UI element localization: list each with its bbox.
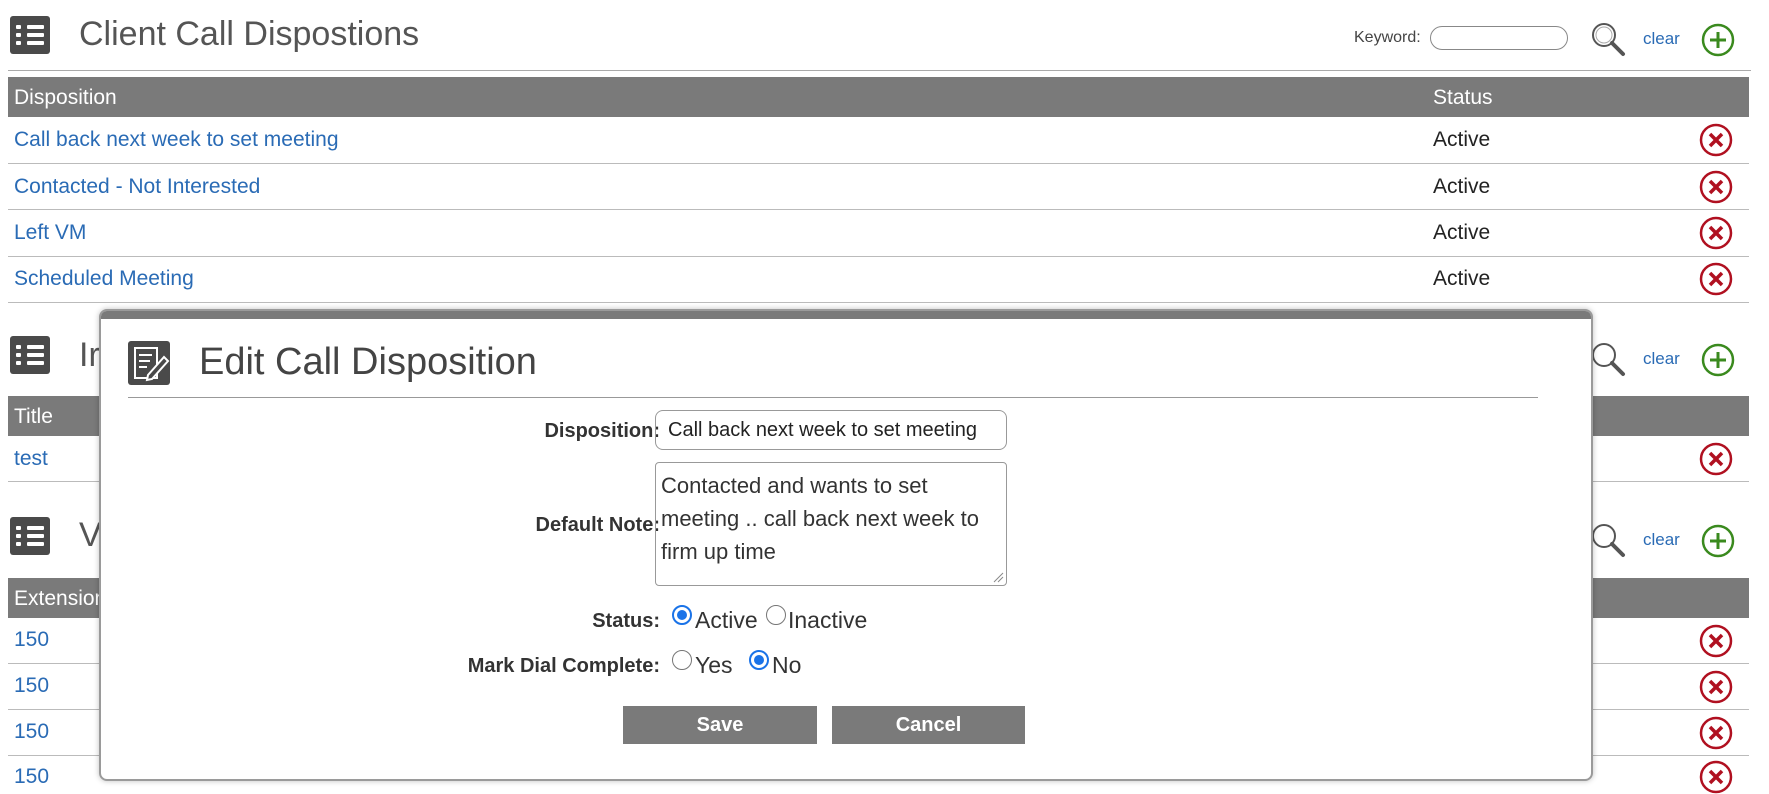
default-note-textarea[interactable]: Contacted and wants to set meeting .. ca… [655,462,1007,586]
dialog-title: Edit Call Disposition [199,341,537,383]
disposition-label: Disposition: [544,420,660,442]
mark-yes-radio[interactable] [672,650,692,670]
status-label: Status: [592,610,660,632]
delete-icon[interactable] [1699,442,1733,476]
delete-icon[interactable] [1699,670,1733,704]
row-divider [8,256,1749,257]
mark-dial-complete-label: Mark Dial Complete: [467,655,660,677]
status-active-radio[interactable] [672,605,692,625]
clear-link[interactable]: clear [1643,349,1680,369]
row-divider [8,163,1749,164]
extension-link[interactable]: 150 [14,720,49,744]
delete-icon[interactable] [1699,216,1733,250]
extension-link[interactable]: 150 [14,628,49,652]
column-header-disposition: Disposition [14,86,117,109]
status-inactive-radio[interactable] [766,605,786,625]
list-icon [10,517,50,555]
disposition-link[interactable]: Left VM [14,221,86,245]
disposition-link[interactable]: Call back next week to set meeting [14,128,339,152]
clear-link[interactable]: clear [1643,530,1680,550]
add-icon[interactable] [1701,343,1735,377]
status-text: Active [1433,175,1491,198]
default-note-label: Default Note: [535,514,660,536]
column-header-extension: Extension [14,587,107,610]
search-icon[interactable] [1590,341,1626,377]
mark-no-label: No [772,652,802,678]
search-icon[interactable] [1590,21,1626,57]
column-header-title: Title [14,405,53,428]
list-icon [10,336,50,374]
disposition-link[interactable]: Scheduled Meeting [14,267,194,291]
page-title: Client Call Dispostions [79,15,420,53]
edit-disposition-dialog: Edit Call Disposition Disposition: Call … [99,309,1593,781]
save-button[interactable]: Save [623,706,817,744]
delete-icon[interactable] [1699,262,1733,296]
dialog-divider [128,397,1538,398]
status-text: Active [1433,128,1491,151]
disposition-link[interactable]: Contacted - Not Interested [14,175,260,199]
extension-link[interactable]: 150 [14,765,49,789]
status-text: Active [1433,267,1491,290]
delete-icon[interactable] [1699,716,1733,750]
search-icon[interactable] [1590,522,1626,558]
add-icon[interactable] [1701,23,1735,57]
status-active-label: Active [695,607,758,633]
disposition-input[interactable]: Call back next week to set meeting [655,410,1007,450]
mark-no-radio[interactable] [749,650,769,670]
delete-icon[interactable] [1699,123,1733,157]
delete-icon[interactable] [1699,760,1733,794]
list-icon [10,16,50,54]
keyword-input[interactable] [1430,26,1568,50]
status-text: Active [1433,221,1491,244]
resize-grip-icon[interactable] [992,571,1004,583]
title-link[interactable]: test [14,447,48,471]
default-note-text: Contacted and wants to set meeting .. ca… [661,473,979,564]
section-divider [8,70,1751,71]
section-title: Ir [79,336,100,374]
row-divider [8,209,1749,210]
extension-link[interactable]: 150 [14,674,49,698]
delete-icon[interactable] [1699,170,1733,204]
row-divider [8,302,1749,303]
delete-icon[interactable] [1699,624,1733,658]
add-icon[interactable] [1701,524,1735,558]
cancel-button[interactable]: Cancel [832,706,1025,744]
keyword-label: Keyword: [1354,29,1421,46]
edit-document-icon [128,341,170,385]
mark-yes-label: Yes [695,652,733,678]
clear-link[interactable]: clear [1643,29,1680,49]
status-inactive-label: Inactive [788,607,868,633]
column-header-status: Status [1433,86,1493,109]
dialog-top-bar [101,311,1591,319]
